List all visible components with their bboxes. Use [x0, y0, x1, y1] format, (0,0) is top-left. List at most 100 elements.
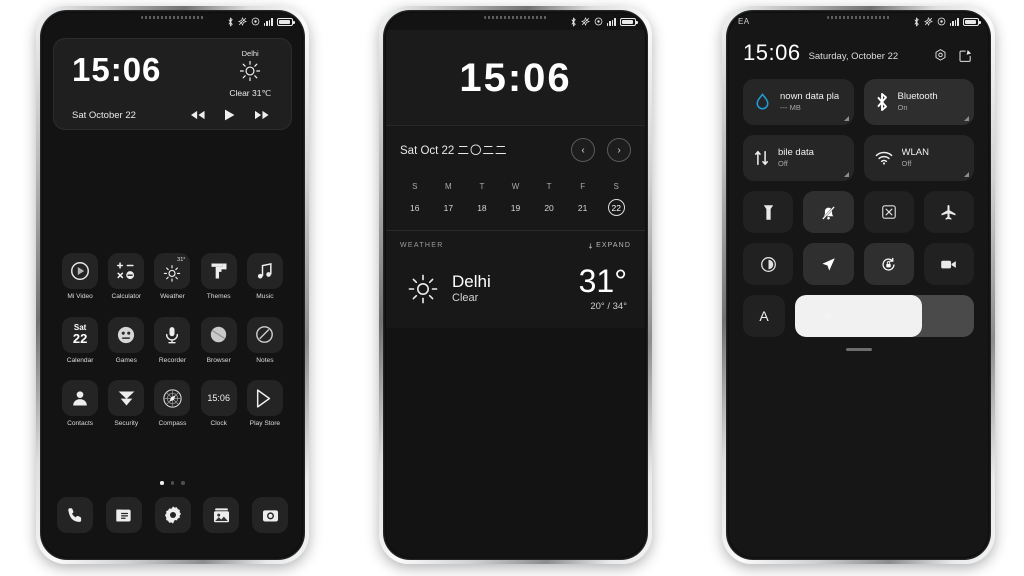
screenshot-icon	[881, 205, 896, 219]
dock-camera-button[interactable]	[252, 497, 288, 533]
weekday-label: F	[580, 182, 586, 191]
tile-subtitle: Off	[778, 158, 788, 168]
brightness-slider[interactable]: ☼	[795, 295, 974, 337]
header-time: 15:06	[743, 40, 801, 65]
notes-circle-icon	[246, 316, 283, 353]
tile-screenshot[interactable]	[863, 191, 914, 233]
tile-expand-corner-icon[interactable]	[964, 172, 969, 177]
widget-weather[interactable]: Delhi Clear 31℃	[229, 49, 279, 99]
tile-expand-corner-icon[interactable]	[843, 116, 849, 121]
earpiece-speaker	[140, 16, 205, 19]
page-dot-3[interactable]	[181, 481, 185, 485]
sun-icon: 31°	[154, 253, 191, 289]
drag-handle[interactable]	[845, 348, 872, 351]
play-store-icon	[246, 380, 283, 417]
tile-screen-recorder[interactable]	[923, 243, 974, 285]
settings-gear-icon	[164, 506, 181, 524]
tile-data-usage[interactable]: nown data pla --- MB	[743, 79, 854, 125]
weather-card[interactable]: WEATHER EXPAND Delhi Clear 31° 20° / 34°	[386, 231, 645, 328]
app-notes[interactable]: Notes	[243, 316, 287, 365]
page-dot-1[interactable]	[160, 481, 164, 485]
play-icon[interactable]	[225, 109, 235, 121]
tile-airplane-mode[interactable]	[923, 191, 974, 233]
battery-icon	[620, 17, 638, 26]
app-contacts[interactable]: Contacts	[58, 380, 102, 428]
app-label: Security	[114, 420, 139, 428]
bluetooth-icon	[876, 93, 887, 111]
weekday-label: T	[546, 182, 552, 191]
tile-subtitle: Off	[901, 158, 912, 168]
app-play-store[interactable]: Play Store	[243, 380, 287, 428]
app-security[interactable]: Security	[104, 380, 148, 428]
silent-bell-icon	[821, 205, 836, 220]
previous-icon[interactable]	[191, 110, 205, 120]
date-navigation-row: Sat Oct 22 二〇二二 ‹ ›	[386, 126, 645, 174]
clock-icon-time: 15:06	[207, 393, 230, 404]
app-calculator[interactable]: Calculator	[104, 253, 148, 301]
data-drop-icon	[756, 92, 769, 109]
app-browser[interactable]: Browser	[197, 316, 241, 365]
calendar-date-cell[interactable]: 16	[406, 199, 423, 216]
app-label: Weather	[160, 293, 185, 300]
music-note-icon	[246, 253, 283, 289]
auto-brightness-icon[interactable]: A	[743, 295, 785, 337]
page-indicator[interactable]	[43, 481, 302, 485]
phone-icon	[67, 507, 81, 522]
tile-location[interactable]	[803, 243, 854, 285]
weather-temperature: 31°	[578, 263, 627, 299]
tile-flashlight[interactable]	[743, 191, 794, 233]
tile-expand-corner-icon[interactable]	[964, 116, 969, 121]
calendar-date-cell[interactable]: 20	[541, 199, 558, 216]
games-face-icon	[108, 316, 145, 353]
clock-weather-widget[interactable]: 15:06 Delhi Clear 31℃ Sat October 22	[53, 38, 292, 130]
app-clock[interactable]: 15:06 Clock	[197, 380, 241, 428]
tile-text: Bluetooth On	[898, 91, 938, 113]
app-label: Calculator	[111, 293, 142, 300]
calendar-date-cell[interactable]: 17	[440, 199, 457, 216]
next-week-button[interactable]: ›	[607, 138, 631, 162]
person-icon	[62, 380, 99, 417]
tile-expand-corner-icon[interactable]	[843, 172, 849, 177]
calendar-date-cell[interactable]: 19	[507, 199, 524, 216]
dock-messages-button[interactable]	[105, 497, 142, 533]
weekday-label: T	[479, 182, 485, 191]
tile-title: bile data	[778, 147, 814, 158]
calendar-date-cell-today[interactable]: 22	[607, 199, 625, 216]
weather-card-header: WEATHER EXPAND	[400, 242, 631, 249]
calendar-date-cell[interactable]: 18	[473, 199, 490, 216]
date-text: Sat Oct 22	[400, 145, 455, 157]
lock-clock: 15:06	[386, 30, 645, 126]
app-compass[interactable]: Compass	[150, 380, 194, 428]
app-calendar[interactable]: Sat 22 Calendar	[58, 316, 102, 365]
app-games[interactable]: Games	[104, 316, 148, 365]
settings-gear-icon[interactable]	[932, 47, 949, 64]
tile-mobile-data[interactable]: bile data Off	[743, 135, 854, 181]
expand-label: EXPAND	[596, 242, 631, 249]
calendar-date-cell[interactable]: 21	[574, 199, 591, 216]
prev-week-button[interactable]: ‹	[571, 138, 595, 162]
app-themes[interactable]: Themes	[197, 253, 241, 301]
dock-gallery-button[interactable]	[203, 497, 240, 533]
app-recorder[interactable]: Recorder	[150, 316, 194, 365]
earpiece-speaker	[826, 16, 891, 19]
app-music[interactable]: Music	[243, 253, 287, 301]
tile-subtitle: --- MB	[780, 102, 801, 112]
location-off-icon	[237, 17, 247, 26]
weather-badge: 31°	[177, 257, 186, 263]
tile-dark-mode[interactable]	[743, 243, 794, 285]
tile-silent[interactable]	[803, 191, 854, 233]
messages-icon	[116, 509, 131, 521]
edit-icon[interactable]	[957, 47, 974, 64]
app-weather[interactable]: 31° Weather	[150, 253, 194, 301]
next-icon[interactable]	[255, 110, 269, 120]
dock-settings-button[interactable]	[154, 497, 191, 533]
app-mi-video[interactable]: Mi Video	[58, 253, 102, 301]
tile-auto-rotate[interactable]	[863, 243, 914, 285]
tile-wlan[interactable]: WLAN Off	[863, 135, 974, 181]
expand-button[interactable]: EXPAND	[588, 242, 631, 249]
tile-bluetooth[interactable]: Bluetooth On	[863, 79, 974, 125]
clock-icon: 15:06	[200, 380, 237, 417]
sun-icon	[240, 60, 261, 82]
dock-phone-button[interactable]	[57, 497, 93, 533]
page-dot-2[interactable]	[170, 481, 175, 485]
